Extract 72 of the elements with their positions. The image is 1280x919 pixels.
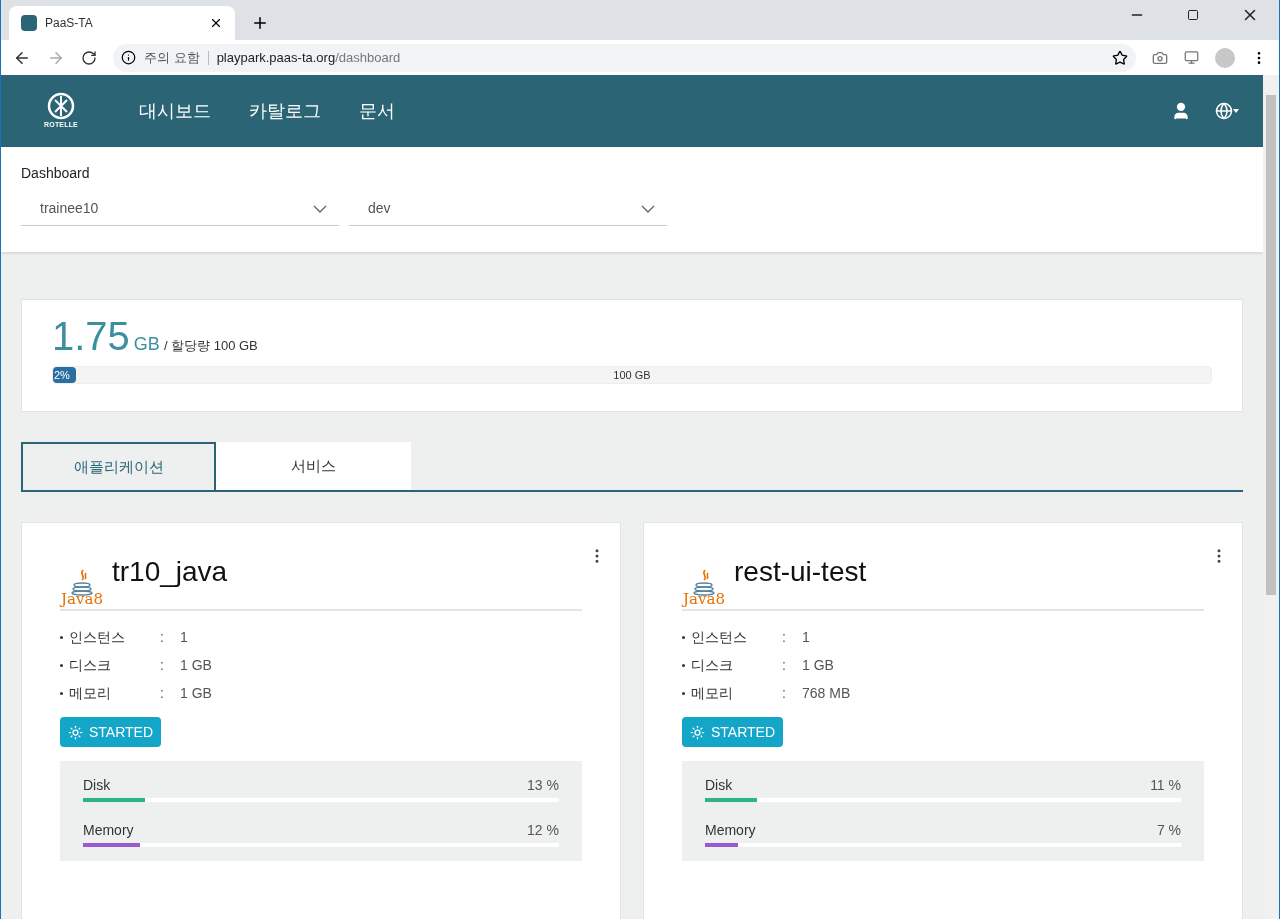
detail-separator: : — [782, 683, 787, 703]
maximize-icon[interactable] — [1187, 9, 1199, 21]
detail-separator: : — [160, 627, 165, 647]
favicon-icon — [21, 15, 37, 31]
detail-value: 1 GB — [802, 655, 834, 675]
detail-separator: : — [160, 683, 165, 703]
browser-tab[interactable]: PaaS-TA — [9, 6, 235, 40]
bullet-icon — [682, 635, 685, 639]
bullet-icon — [60, 691, 63, 695]
detail-separator: : — [160, 655, 165, 675]
usage-label: Disk — [83, 776, 111, 795]
bullet-icon — [60, 663, 63, 667]
camera-icon[interactable] — [1152, 49, 1168, 66]
chevron-down-icon — [313, 204, 327, 213]
detail-label: 인스턴스 — [691, 627, 748, 647]
detail-label: 디스크 — [691, 655, 734, 675]
detail-value: 768 MB — [802, 683, 851, 703]
quota-unit: GB — [133, 333, 160, 356]
info-icon — [121, 50, 136, 65]
select-dropdown[interactable]: trainee10 — [21, 192, 339, 226]
nav-link[interactable]: 문서 — [359, 97, 395, 125]
status-badge: STARTED — [60, 717, 162, 747]
bullet-icon — [60, 635, 63, 639]
sun-icon — [690, 724, 705, 740]
runtime-label: Java8 — [61, 592, 103, 607]
security-label: 주의 요함 — [144, 48, 200, 67]
detail-separator: : — [782, 627, 787, 647]
bullet-icon — [682, 691, 685, 695]
select-dropdown[interactable]: dev — [349, 192, 667, 226]
tab[interactable]: 서비스 — [216, 442, 411, 490]
reload-icon[interactable] — [81, 49, 97, 66]
status-badge: STARTED — [682, 717, 784, 747]
detail-label: 메모리 — [691, 683, 734, 703]
new-tab-icon[interactable] — [251, 14, 269, 32]
detail-value: 1 — [180, 627, 188, 647]
quota-used: 1.75 — [52, 316, 130, 356]
nav-link[interactable]: 대시보드 — [139, 97, 211, 125]
url-text: playpark.paas-ta.org/dashboard — [216, 48, 402, 67]
usage-reading: 11 % — [1150, 776, 1181, 795]
user-icon[interactable] — [1171, 101, 1191, 121]
detail-value: 1 GB — [180, 683, 212, 703]
quota-total: 100 GB — [613, 368, 651, 383]
tab[interactable]: 애플리케이션 — [21, 442, 216, 490]
detail-label: 메모리 — [69, 683, 112, 703]
bookmark-star-icon[interactable] — [1112, 49, 1128, 66]
detail-label: 디스크 — [69, 655, 112, 675]
usage-label: Disk — [705, 776, 733, 795]
close-icon[interactable] — [209, 16, 223, 30]
cast-icon[interactable] — [1184, 50, 1199, 65]
app-name: tr10_java — [112, 555, 228, 589]
app-name: rest-ui-test — [734, 555, 867, 589]
chevron-down-icon — [641, 204, 655, 213]
detail-separator: : — [782, 655, 787, 675]
detail-label: 인스턴스 — [69, 627, 126, 647]
usage-label: Memory — [83, 821, 134, 840]
detail-value: 1 GB — [180, 655, 212, 675]
language-globe-icon[interactable] — [1215, 102, 1239, 120]
dashboard-title: Dashboard — [21, 164, 91, 183]
bullet-icon — [682, 663, 685, 667]
tab-title: PaaS-TA — [45, 15, 94, 32]
usage-label: Memory — [705, 821, 756, 840]
usage-reading: 7 % — [1156, 821, 1181, 840]
quota-allocation: / 할당량 100 GB — [163, 337, 258, 355]
usage-reading: 13 % — [527, 776, 559, 795]
runtime-label: Java8 — [683, 592, 725, 607]
sun-icon — [68, 724, 83, 740]
usage-reading: 12 % — [527, 821, 559, 840]
nav-link[interactable]: 카탈로그 — [249, 97, 321, 125]
wheel-logo-icon — [47, 91, 75, 120]
address-field[interactable]: 주의 요함 playpark.paas-ta.org/dashboard — [113, 43, 1136, 72]
quota-percent: 2% — [53, 367, 70, 383]
detail-value: 1 — [802, 627, 810, 647]
